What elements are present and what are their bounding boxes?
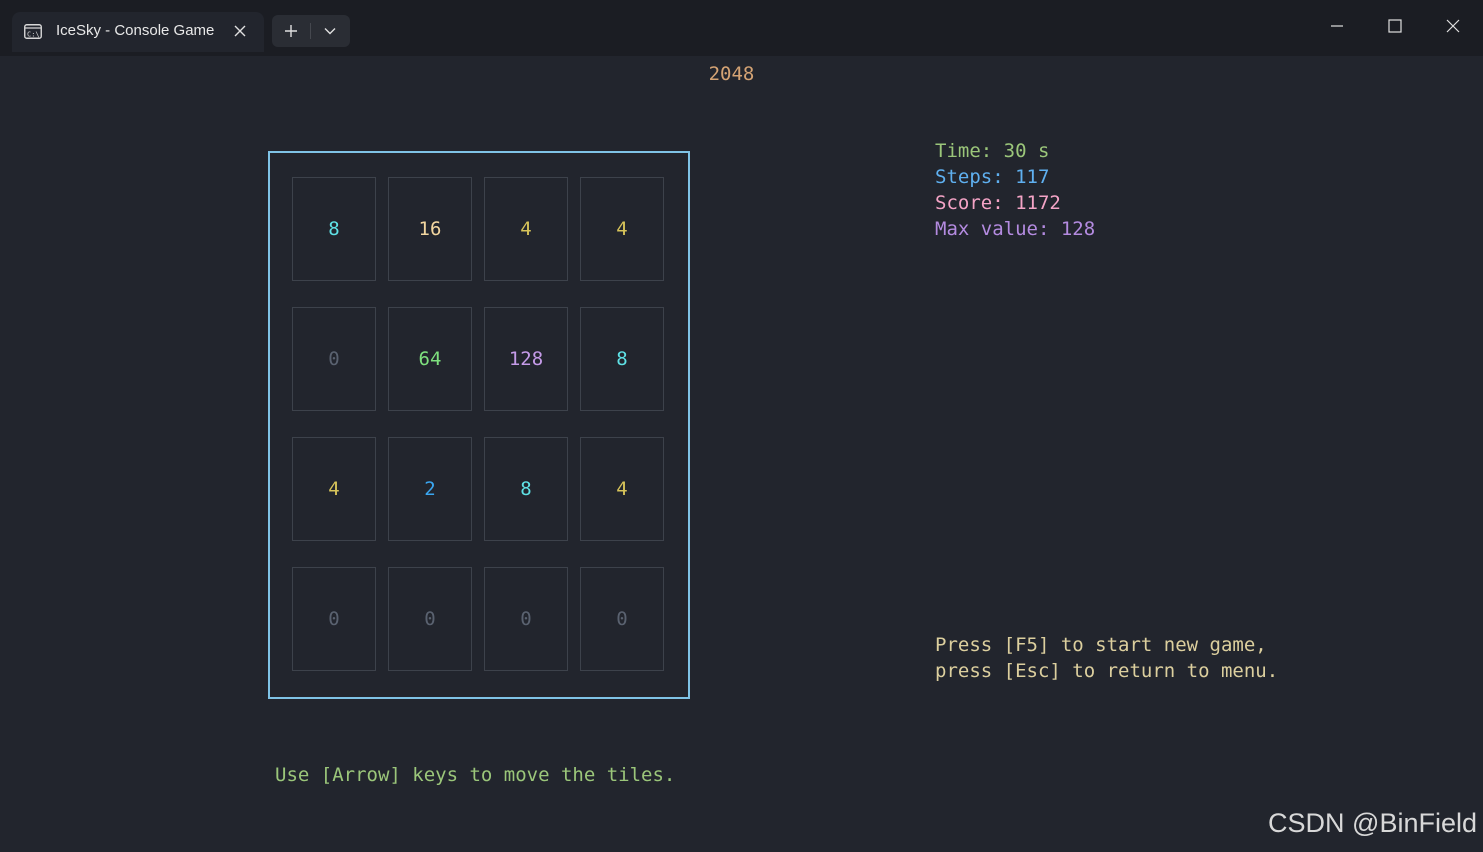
plus-icon — [285, 25, 297, 37]
tile: 128 — [484, 307, 568, 411]
max-value-stat: Max value: 128 — [935, 218, 1096, 240]
tile: 64 — [388, 307, 472, 411]
chevron-down-icon — [324, 28, 336, 35]
terminal-icon: C:\ — [24, 24, 42, 39]
tab-console-game[interactable]: C:\ IceSky - Console Game — [12, 12, 264, 52]
maximize-button[interactable] — [1372, 8, 1418, 44]
minimize-icon — [1331, 25, 1343, 27]
tab-dropdown-button[interactable] — [311, 15, 349, 47]
tile: 0 — [484, 567, 568, 671]
game-title: 2048 — [708, 63, 755, 85]
close-window-button[interactable] — [1430, 8, 1476, 44]
help-return-menu: press [Esc] to return to menu. — [935, 660, 1279, 682]
tile: 0 — [388, 567, 472, 671]
tile: 0 — [292, 307, 376, 411]
watermark: CSDN @BinField — [1268, 808, 1477, 838]
tile: 4 — [580, 437, 664, 541]
tile: 8 — [580, 307, 664, 411]
help-new-game: Press [F5] to start new game, — [935, 634, 1267, 656]
tab-tools — [272, 15, 350, 47]
time-stat: Time: 30 s — [935, 140, 1050, 162]
tile: 16 — [388, 177, 472, 281]
tile: 2 — [388, 437, 472, 541]
tile: 8 — [484, 437, 568, 541]
help-moves: Use [Arrow] keys to move the tiles. — [275, 764, 676, 786]
tile: 8 — [292, 177, 376, 281]
game-board: 8 16 4 4 0 64 128 8 4 2 8 4 0 0 0 0 — [268, 151, 690, 699]
minimize-button[interactable] — [1314, 8, 1360, 44]
tile: 0 — [292, 567, 376, 671]
tab-close-button[interactable] — [230, 21, 250, 41]
title-bar: C:\ IceSky - Console Game — [0, 0, 1483, 56]
close-icon — [1446, 19, 1460, 33]
tab-title: IceSky - Console Game — [56, 22, 215, 39]
tile: 4 — [484, 177, 568, 281]
maximize-icon — [1388, 19, 1402, 33]
score-stat: Score: 1172 — [935, 192, 1061, 214]
tile: 4 — [292, 437, 376, 541]
tile: 4 — [580, 177, 664, 281]
close-icon — [234, 25, 246, 37]
tile: 0 — [580, 567, 664, 671]
svg-text:C:\: C:\ — [27, 31, 40, 39]
new-tab-button[interactable] — [272, 15, 310, 47]
steps-stat: Steps: 117 — [935, 166, 1050, 188]
